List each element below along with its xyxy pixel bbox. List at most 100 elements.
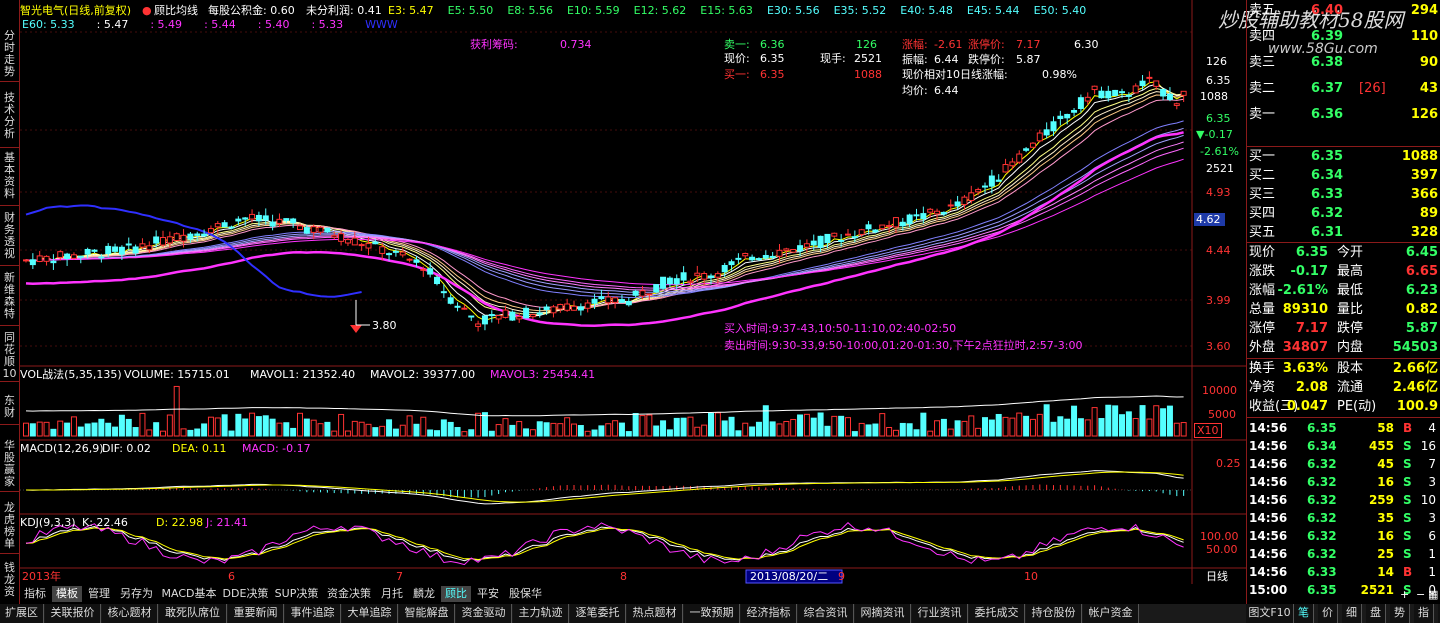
footer-tab[interactable]: 核心题材 (102, 604, 158, 623)
volume-bar (146, 429, 153, 437)
quote-extra: [26] (1359, 81, 1386, 96)
footer-right-tab[interactable]: 势 (1390, 604, 1410, 623)
macd-title[interactable]: MACD(12,26,9) (20, 442, 104, 455)
info-buy1-price: 6.35 (760, 68, 785, 81)
nav-tab-caiwu[interactable]: 财务透视 (0, 212, 19, 266)
footer-tab[interactable]: 委托成交 (969, 604, 1025, 623)
footer-tab[interactable]: 资金驱动 (456, 604, 512, 623)
stat-label: 涨跌 (1249, 264, 1276, 279)
nav-tab-xinwei[interactable]: 新维森特 (0, 272, 19, 326)
footer-right-tab[interactable]: 细 (1342, 604, 1362, 623)
footer-right-tab[interactable]: 图文F10 (1246, 604, 1294, 623)
footer-tab[interactable]: 一致预期 (684, 604, 740, 623)
tick-count: 10 (1420, 493, 1436, 507)
candle-body (84, 248, 91, 255)
candle-body (899, 221, 906, 227)
footer-tab[interactable]: 敢死队席位 (159, 604, 227, 623)
nav-tab-fenshi[interactable]: 分时走势 (0, 30, 19, 82)
kdj-title[interactable]: KDJ(9,3,3) (20, 516, 76, 529)
footer-tab[interactable]: 逐笔委托 (570, 604, 626, 623)
plus-icon[interactable]: + (1400, 588, 1409, 601)
indicator-tab[interactable]: 指标 (20, 586, 50, 602)
indicator-tab[interactable]: 股保华 (505, 586, 546, 602)
indicator-name[interactable]: 顾比均线 (154, 4, 198, 17)
quote-label: 卖一 (1249, 107, 1276, 122)
info-hand: 2521 (854, 52, 882, 65)
candle-body (790, 248, 797, 253)
footer-tab[interactable]: 网摘资讯 (855, 604, 911, 623)
footer-tab[interactable]: 重要新闻 (228, 604, 284, 623)
ema-label: : 5.49 (150, 18, 183, 31)
vol-mavol3: MAVOL3: 25454.41 (490, 368, 596, 381)
stat-value: 54503 (1392, 340, 1438, 355)
footer-tab[interactable]: 行业资讯 (912, 604, 968, 623)
candle-body (303, 227, 310, 234)
volume-bar (947, 428, 954, 437)
stat-value: 6.23 (1405, 283, 1438, 298)
nav-tab-longhu[interactable]: 龙虎榜单 (0, 502, 19, 554)
indicator-tab[interactable]: 另存为 (116, 586, 157, 602)
candle-body (735, 257, 742, 260)
footer-tab[interactable]: 持仓股份 (1026, 604, 1082, 623)
candle-body (646, 293, 653, 296)
grid-icon[interactable]: ▦ (1428, 588, 1438, 601)
footer-tab[interactable]: 大单追踪 (342, 604, 398, 623)
candle-body (660, 276, 667, 289)
candle-body (653, 284, 660, 293)
candle-body (947, 204, 954, 207)
footer-right-tab[interactable]: 盘 (1366, 604, 1386, 623)
candle-body (632, 290, 639, 296)
footer-right-tab[interactable]: 价 (1318, 604, 1338, 623)
indicator-tab[interactable]: MACD基本 (159, 586, 219, 602)
vol-title[interactable]: VOL战法(5,35,135) (20, 368, 122, 381)
candle-body (673, 278, 680, 285)
minus-icon[interactable]: − (1416, 588, 1425, 601)
footer-tab[interactable]: 事件追踪 (285, 604, 341, 623)
footer-tab[interactable]: 扩展区 (0, 604, 44, 623)
period-label[interactable]: 日线 (1206, 570, 1228, 583)
footer-tab[interactable]: 综合资讯 (798, 604, 854, 623)
indicator-tab[interactable]: 管理 (84, 586, 114, 602)
indicator-tab[interactable]: SUP决策 (272, 586, 321, 602)
footer-tab[interactable]: 主力轨迹 (513, 604, 569, 623)
indicator-tab[interactable]: DDE决策 (221, 586, 270, 602)
candle-body (57, 251, 64, 258)
chip-label: 获利筹码: (470, 38, 518, 51)
footer-right-tab[interactable]: 指 (1414, 604, 1434, 623)
nav-tab-dongcai[interactable]: 东财 (0, 395, 19, 425)
stat-value: 5.87 (1405, 321, 1438, 336)
profit-label: 未分利润: 0.41 (306, 4, 382, 17)
volume-bar (84, 423, 91, 437)
nav-tab-tonghuashun[interactable]: 同花顺10 (0, 332, 19, 382)
nav-tab-jiben[interactable]: 基本资料 (0, 152, 19, 206)
chip-value: 0.734 (560, 38, 592, 51)
stat-label: 跌停 (1337, 321, 1364, 336)
indicator-tab[interactable]: 平安 (473, 586, 503, 602)
stat-label: 涨幅 (1249, 283, 1276, 298)
footer-right-tab[interactable]: 笔 (1294, 604, 1314, 623)
indicator-tab[interactable]: 资金决策 (323, 586, 375, 602)
footer-tab[interactable]: 经济指标 (741, 604, 797, 623)
volume-bar (968, 415, 975, 437)
indicator-tab[interactable]: 顾比 (441, 586, 471, 602)
candle-body (954, 201, 961, 207)
candle-body (968, 192, 975, 201)
vol-volume: VOLUME: 15715.01 (124, 368, 230, 381)
quote-label: 卖二 (1249, 81, 1276, 96)
footer-tab[interactable]: 智能解盘 (399, 604, 455, 623)
footer-tab[interactable]: 关联报价 (45, 604, 101, 623)
indicator-tab[interactable]: 月托 (377, 586, 407, 602)
volume-bar (386, 419, 393, 437)
volume-bar (1160, 408, 1167, 437)
tick-time: 14:56 (1249, 457, 1288, 471)
volume-bar (728, 416, 735, 437)
footer-tab[interactable]: 热点题材 (627, 604, 683, 623)
tick-price: 6.32 (1307, 493, 1337, 507)
kline-chart-svg[interactable] (20, 0, 1246, 584)
nav-tab-jishu[interactable]: 技术分析 (0, 92, 19, 148)
footer-tab[interactable]: 帐户资金 (1083, 604, 1139, 623)
info-avg-label: 均价: (902, 84, 928, 97)
indicator-tab[interactable]: 模板 (52, 586, 82, 602)
nav-tab-huagu[interactable]: 华股赢家 (0, 440, 19, 492)
indicator-tab[interactable]: 麟龙 (409, 586, 439, 602)
